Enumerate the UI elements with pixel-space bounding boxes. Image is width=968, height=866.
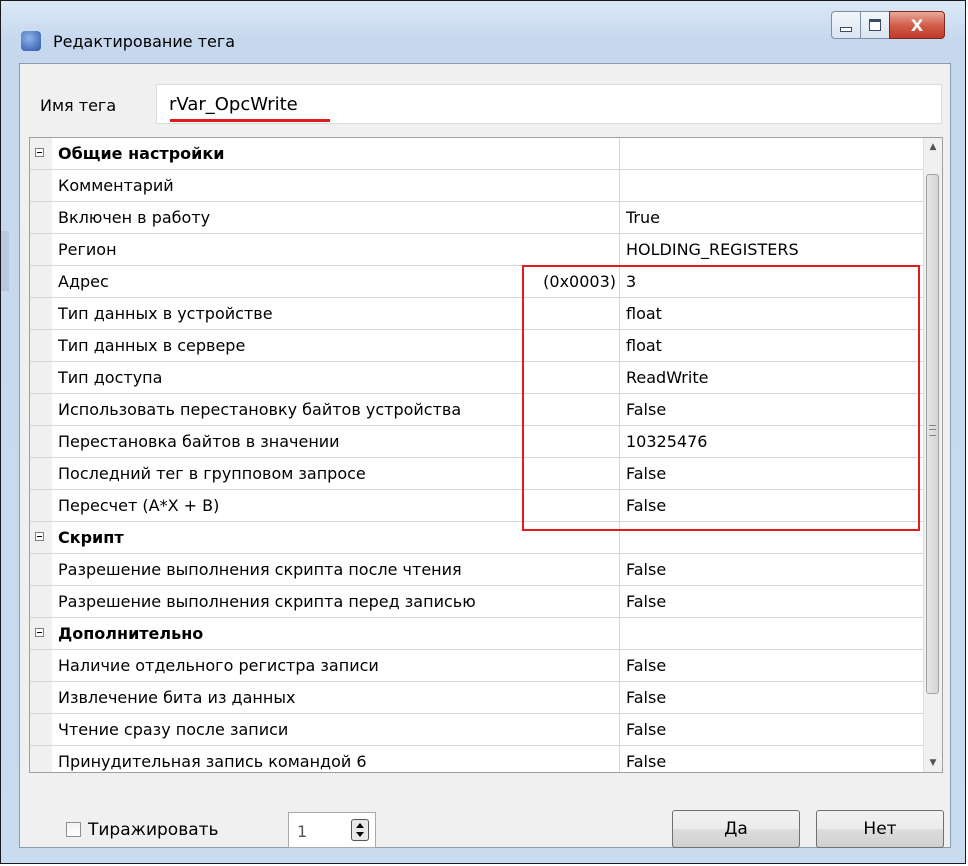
property-name: Использовать перестановку байтов устройс… [52, 394, 620, 425]
collapse-icon[interactable] [35, 628, 44, 637]
grip-icon [929, 425, 936, 436]
row-gutter [30, 618, 52, 649]
close-button[interactable]: X [889, 11, 945, 39]
property-row[interactable]: Включен в работу True [30, 202, 926, 234]
property-name: Извлечение бита из данных [52, 682, 620, 713]
property-name: Последний тег в групповом запросе [52, 458, 620, 489]
property-row[interactable]: Разрешение выполнения скрипта после чтен… [30, 554, 926, 586]
property-row[interactable]: Разрешение выполнения скрипта перед запи… [30, 586, 926, 618]
tag-name-label: Имя тега [40, 96, 117, 115]
property-name: Перестановка байтов в значении [52, 426, 620, 457]
property-hint: (0x0003) [543, 272, 616, 291]
vertical-scrollbar[interactable]: ▲ ▼ [923, 138, 942, 772]
category-label: Общие настройки [52, 138, 620, 169]
yes-button[interactable]: Да [672, 810, 800, 848]
scroll-thumb[interactable] [926, 174, 939, 694]
maximize-button[interactable] [860, 11, 890, 39]
background-window-edge [1, 231, 9, 291]
category-row[interactable]: Дополнительно [30, 618, 926, 650]
property-name: Адрес [52, 266, 620, 297]
close-icon: X [910, 15, 924, 35]
property-row[interactable]: Извлечение бита из данных False [30, 682, 926, 714]
dialog-client: Имя тега rVar_OpcWrite Общие настройки Ко… [19, 63, 951, 848]
property-rows: Общие настройки Комментарий Включен в рабо… [30, 138, 926, 772]
replicate-checkbox[interactable] [66, 822, 81, 837]
row-gutter [30, 170, 52, 201]
dialog-footer: Тиражировать 1 Да Нет [20, 776, 950, 848]
row-gutter [30, 746, 52, 772]
property-name: Тип доступа [52, 362, 620, 393]
property-name: Разрешение выполнения скрипта после чтен… [52, 554, 620, 585]
row-gutter [30, 586, 52, 617]
property-name: Разрешение выполнения скрипта перед запи… [52, 586, 620, 617]
row-gutter [30, 234, 52, 265]
row-gutter [30, 650, 52, 681]
collapse-icon[interactable] [35, 148, 44, 157]
property-name: Пересчет (A*X + B) [52, 490, 620, 521]
property-row[interactable]: Чтение сразу после записи False [30, 714, 926, 746]
window-title: Редактирование тега [53, 32, 236, 51]
property-row[interactable]: Адрес (0x0003) 3 [30, 266, 926, 298]
row-gutter [30, 298, 52, 329]
row-gutter [30, 330, 52, 361]
property-row[interactable]: Комментарий [30, 170, 926, 202]
maximize-icon [869, 19, 881, 31]
scroll-down-icon[interactable]: ▼ [924, 754, 942, 772]
category-row[interactable]: Общие настройки [30, 138, 926, 170]
property-row[interactable]: Наличие отдельного регистра записи False [30, 650, 926, 682]
property-row[interactable]: Тип доступа ReadWrite [30, 362, 926, 394]
row-gutter [30, 426, 52, 457]
property-row[interactable]: Принудительная запись командой 6 False [30, 746, 926, 772]
property-grid[interactable]: Общие настройки Комментарий Включен в рабо… [29, 137, 943, 773]
app-icon [21, 31, 41, 51]
row-gutter [30, 522, 52, 553]
row-gutter [30, 714, 52, 745]
property-name: Комментарий [52, 170, 620, 201]
category-row[interactable]: Скрипт [30, 522, 926, 554]
property-row[interactable]: Тип данных в сервере float [30, 330, 926, 362]
row-gutter [30, 362, 52, 393]
property-name: Тип данных в сервере [52, 330, 620, 361]
collapse-icon[interactable] [35, 532, 44, 541]
no-button[interactable]: Нет [816, 810, 944, 848]
category-label: Дополнительно [52, 618, 620, 649]
property-value[interactable]: False [620, 746, 932, 772]
count-value[interactable]: 1 [297, 822, 307, 841]
property-row[interactable]: Использовать перестановку байтов устройс… [30, 394, 926, 426]
property-name: Принудительная запись командой 6 [52, 746, 620, 772]
category-label: Скрипт [52, 522, 620, 553]
replicate-label[interactable]: Тиражировать [88, 820, 219, 840]
row-gutter [30, 138, 52, 169]
property-name: Наличие отдельного регистра записи [52, 650, 620, 681]
row-gutter [30, 490, 52, 521]
minimize-button[interactable] [831, 11, 861, 39]
property-name: Включен в работу [52, 202, 620, 233]
count-spinbox[interactable]: 1 [288, 812, 376, 848]
row-gutter [30, 682, 52, 713]
property-name: Чтение сразу после записи [52, 714, 620, 745]
property-name: Регион [52, 234, 620, 265]
minimize-icon [840, 26, 852, 32]
property-row[interactable]: Пересчет (A*X + B) False [30, 490, 926, 522]
property-row[interactable]: Перестановка байтов в значении 10325476 [30, 426, 926, 458]
property-name: Тип данных в устройстве [52, 298, 620, 329]
row-gutter [30, 458, 52, 489]
scroll-up-icon[interactable]: ▲ [924, 138, 942, 156]
row-gutter [30, 554, 52, 585]
row-gutter [30, 266, 52, 297]
property-row[interactable]: Тип данных в устройстве float [30, 298, 926, 330]
property-row[interactable]: Регион HOLDING_REGISTERS [30, 234, 926, 266]
row-gutter [30, 394, 52, 425]
property-row[interactable]: Последний тег в групповом запросе False [30, 458, 926, 490]
tag-name-input[interactable]: rVar_OpcWrite [156, 84, 942, 124]
spin-updown-icon[interactable] [351, 819, 369, 841]
tag-name-underline-annotation [170, 119, 330, 122]
dialog-window: Редактирование тега X Имя тега rVar_OpcW… [0, 0, 966, 864]
row-gutter [30, 202, 52, 233]
window-controls: X [831, 11, 945, 39]
